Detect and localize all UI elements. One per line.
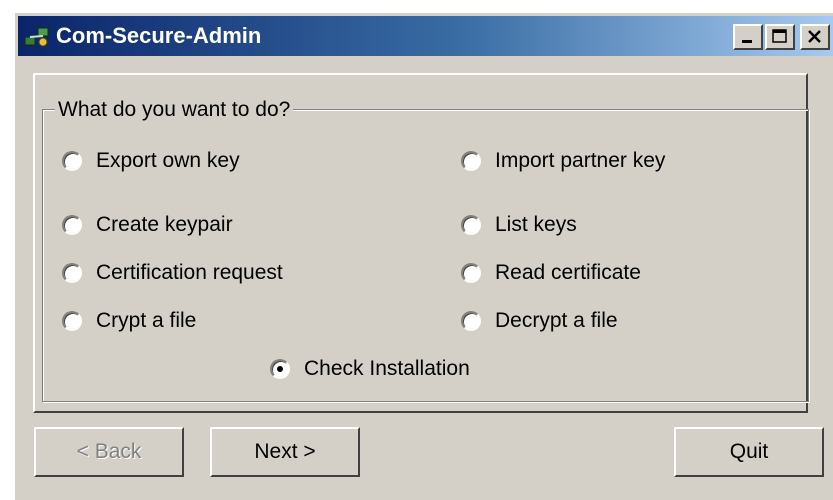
- radio-crypt-file[interactable]: Crypt a file: [62, 308, 196, 334]
- radio-export-own-key[interactable]: Export own key: [62, 148, 240, 174]
- radio-label: Check Installation: [304, 357, 470, 380]
- radio-indicator[interactable]: [62, 263, 82, 283]
- radio-list-keys[interactable]: List keys: [461, 212, 577, 238]
- radio-label: Read certificate: [495, 261, 641, 284]
- radio-label: Decrypt a file: [495, 309, 618, 332]
- minimize-icon: [742, 40, 752, 43]
- title-bar[interactable]: Com-Secure-Admin: [18, 16, 833, 56]
- radio-indicator[interactable]: [461, 263, 481, 283]
- next-button[interactable]: Next >: [210, 427, 360, 477]
- maximize-button[interactable]: [765, 24, 795, 50]
- radio-label: Create keypair: [96, 213, 233, 236]
- radio-label: Import partner key: [495, 149, 666, 172]
- radio-read-certificate[interactable]: Read certificate: [461, 260, 641, 286]
- radio-label: Crypt a file: [96, 309, 197, 332]
- close-icon: [808, 30, 821, 43]
- radio-label: List keys: [495, 213, 577, 236]
- radio-label: Certification request: [96, 261, 283, 284]
- app-network-icon: [24, 27, 49, 47]
- radio-import-partner-key[interactable]: Import partner key: [461, 148, 665, 174]
- radio-check-installation[interactable]: Check Installation: [270, 356, 470, 382]
- radio-certification-request[interactable]: Certification request: [62, 260, 283, 286]
- radio-label: Export own key: [96, 149, 240, 172]
- radio-indicator[interactable]: [461, 215, 481, 235]
- close-button[interactable]: [800, 24, 830, 50]
- maximize-icon: [772, 29, 787, 43]
- minimize-button[interactable]: [733, 24, 763, 50]
- radio-indicator[interactable]: [461, 151, 481, 171]
- main-window: Com-Secure-Admin What do you want to do?…: [14, 12, 833, 500]
- radio-indicator[interactable]: [62, 311, 82, 331]
- groupbox-label: What do you want to do?: [55, 97, 294, 123]
- radio-indicator[interactable]: [461, 311, 481, 331]
- window-title: Com-Secure-Admin: [56, 23, 262, 48]
- radio-decrypt-file[interactable]: Decrypt a file: [461, 308, 618, 334]
- back-button[interactable]: < Back: [34, 427, 184, 477]
- radio-indicator-selected[interactable]: [270, 359, 290, 379]
- quit-button[interactable]: Quit: [674, 427, 824, 477]
- radio-indicator[interactable]: [62, 215, 82, 235]
- radio-indicator[interactable]: [62, 151, 82, 171]
- radio-create-keypair[interactable]: Create keypair: [62, 212, 233, 238]
